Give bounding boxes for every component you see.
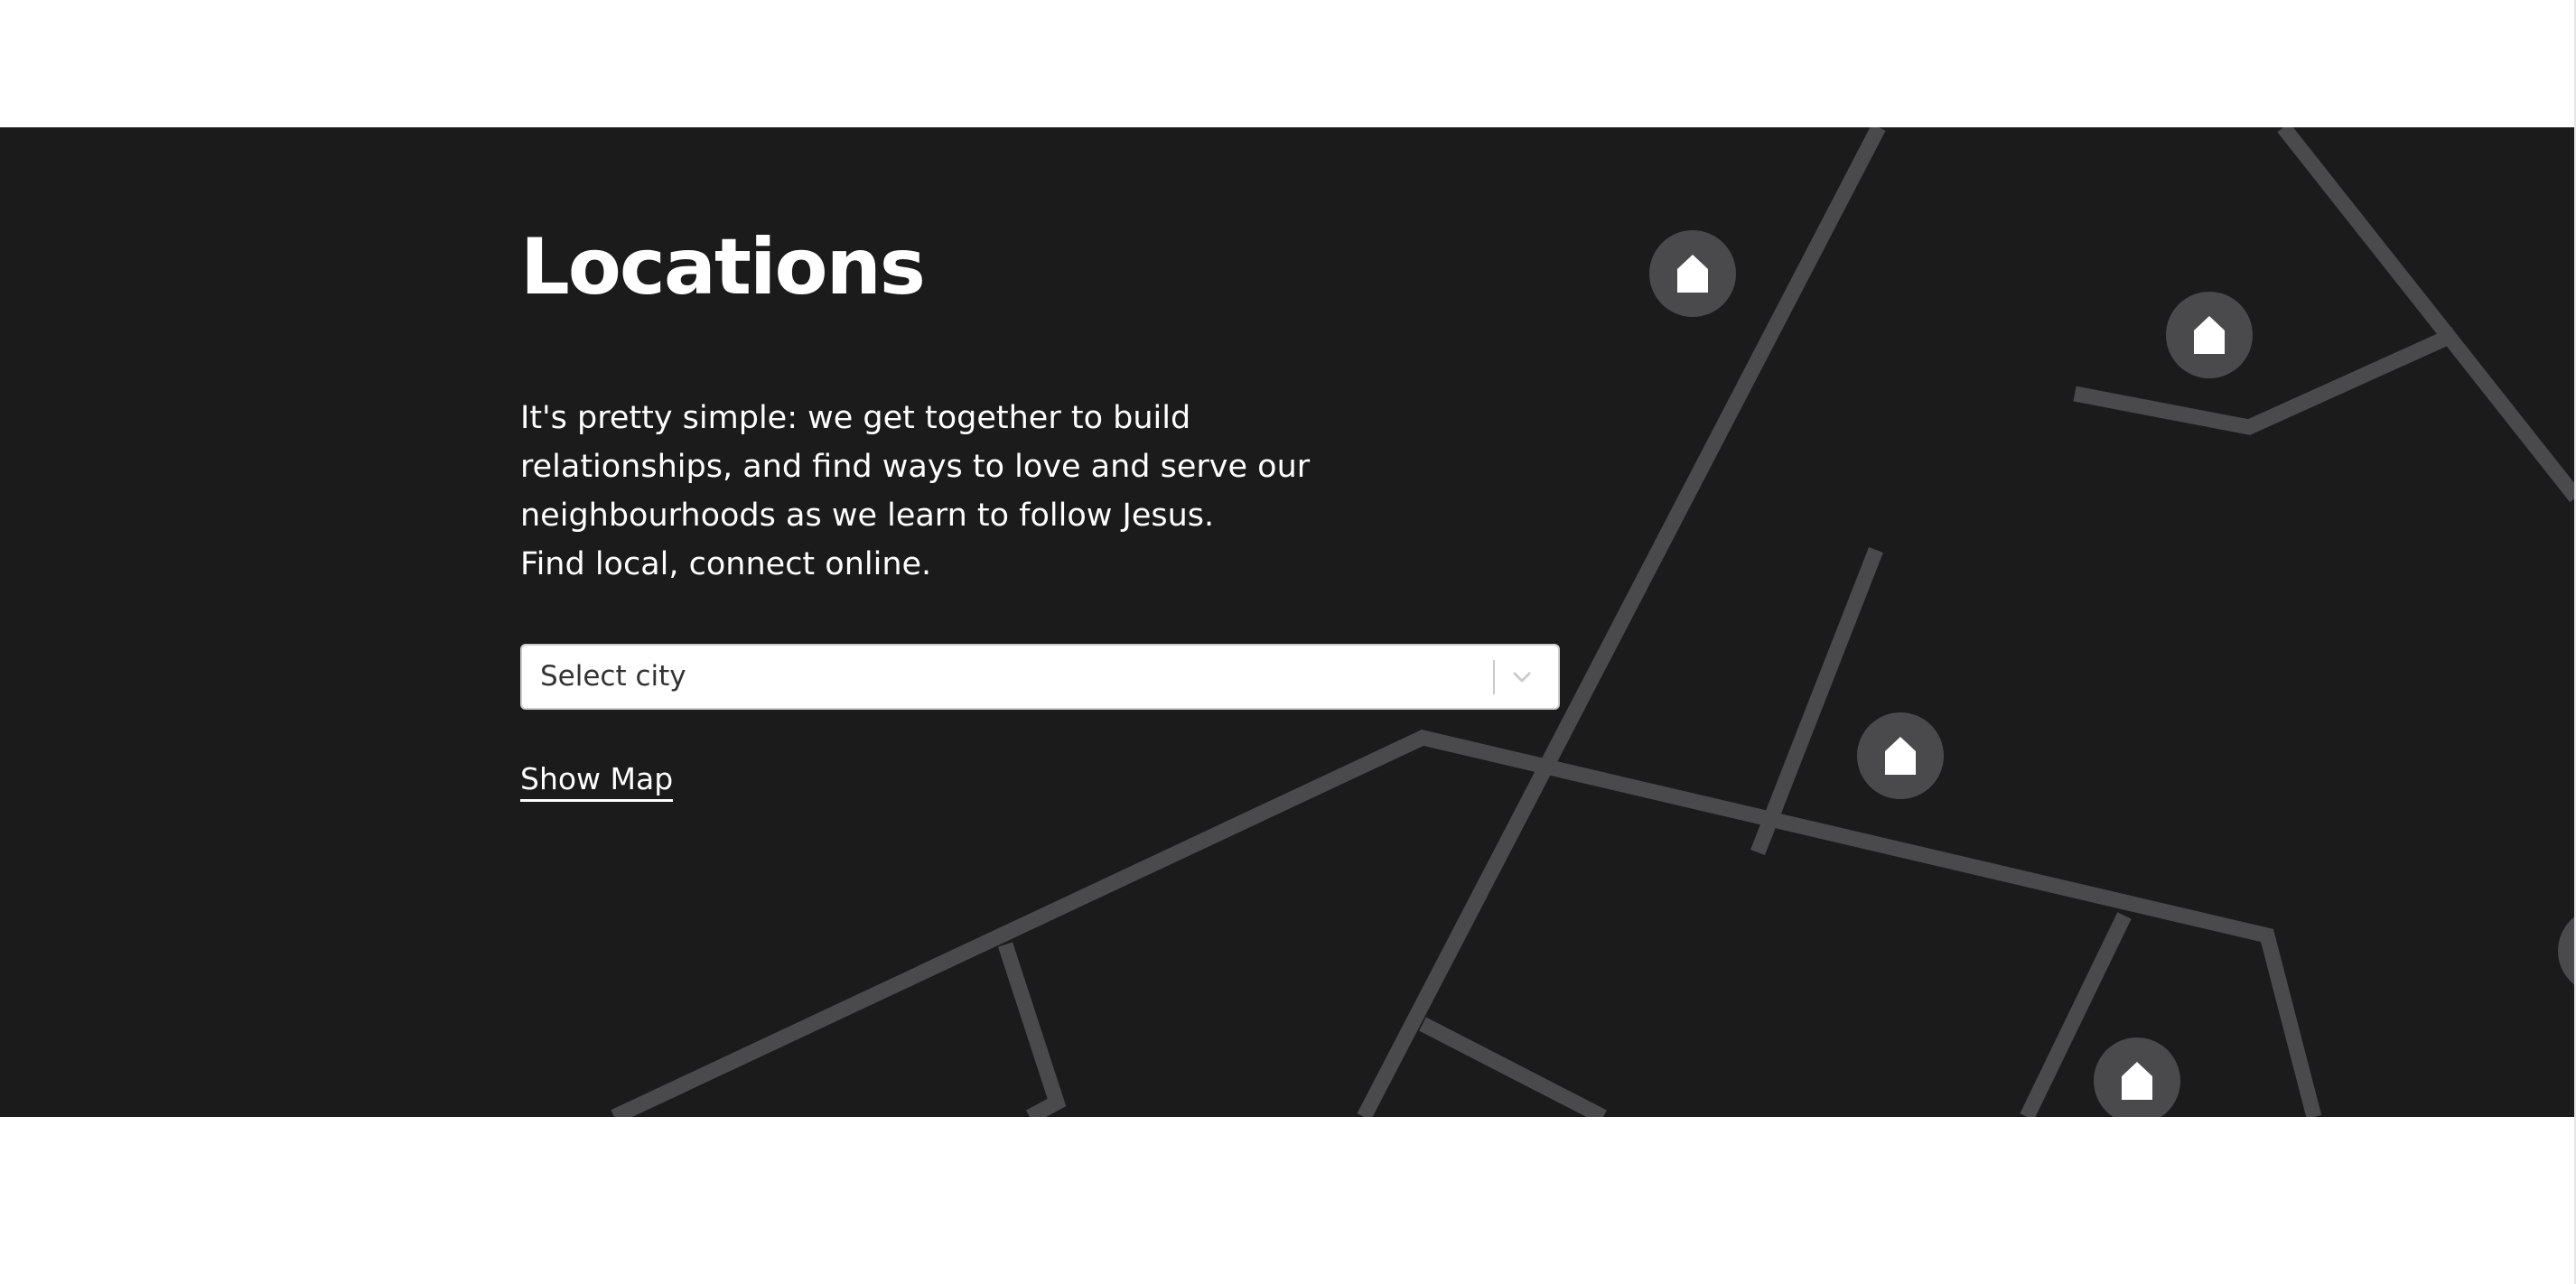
locations-hero: Locations It's pretty simple: we get tog… bbox=[0, 127, 2576, 1117]
intro-line: Find local, connect online. bbox=[520, 546, 932, 582]
map-road bbox=[2277, 127, 2576, 503]
city-select[interactable]: Select city bbox=[520, 644, 1560, 710]
map-road bbox=[1750, 546, 1883, 856]
map-pin bbox=[2094, 1037, 2180, 1117]
intro-text: It's pretty simple: we get together to b… bbox=[520, 394, 1333, 589]
hero-content: Locations It's pretty simple: we get tog… bbox=[520, 127, 1568, 1117]
page-title: Locations bbox=[520, 222, 926, 312]
chevron-down-icon[interactable] bbox=[1508, 664, 1535, 691]
map-road bbox=[2073, 327, 2459, 435]
map-pin bbox=[1649, 230, 1736, 317]
city-select-placeholder: Select city bbox=[540, 660, 686, 693]
map-pin bbox=[1857, 712, 1944, 799]
map-pin bbox=[2558, 916, 2576, 986]
intro-line: neighbourhoods as we learn to follow Jes… bbox=[520, 498, 1215, 534]
intro-line: relationships, and find ways to love and… bbox=[520, 449, 1311, 485]
page: Locations It's pretty simple: we get tog… bbox=[0, 0, 2576, 1284]
show-map-link[interactable]: Show Map bbox=[520, 759, 674, 802]
intro-line: It's pretty simple: we get together to b… bbox=[520, 400, 1191, 436]
map-pin bbox=[2166, 292, 2253, 378]
select-separator bbox=[1493, 660, 1495, 694]
